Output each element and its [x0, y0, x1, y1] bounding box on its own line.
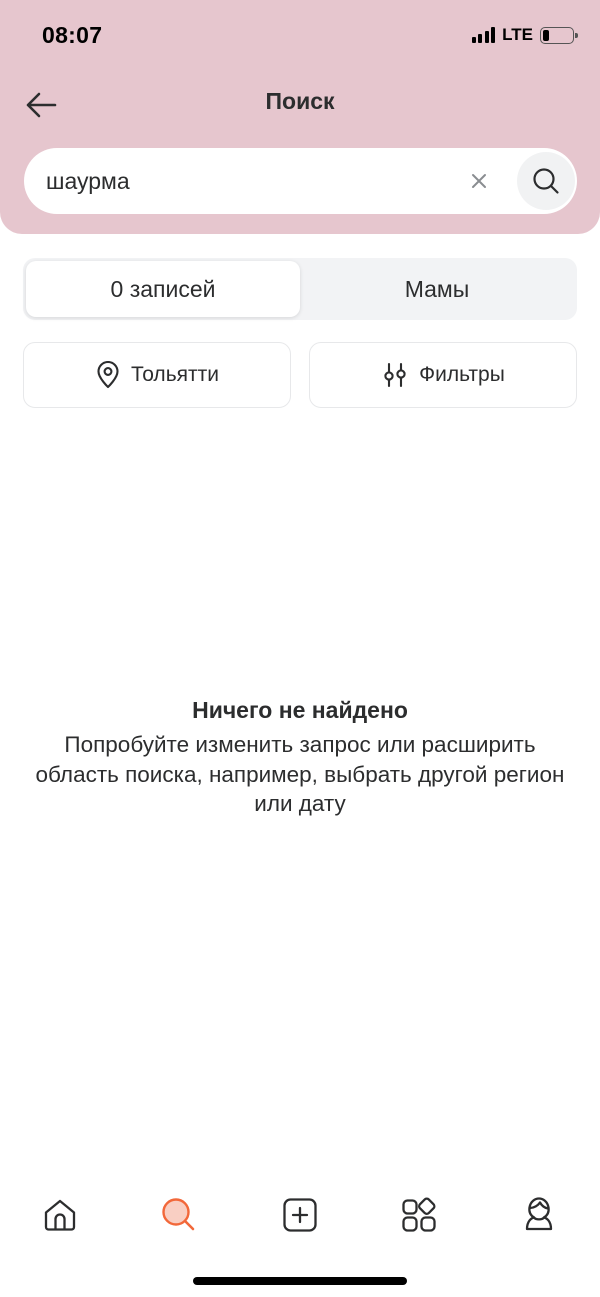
search-header: 08:07 LTE Поиск	[0, 0, 600, 234]
filters-button[interactable]: Фильтры	[309, 342, 577, 408]
search-bar	[24, 148, 577, 214]
tab-home[interactable]	[25, 1180, 95, 1250]
battery-level	[543, 29, 549, 41]
sliders-icon	[384, 362, 406, 388]
page-title: Поиск	[265, 88, 335, 114]
clear-search-button[interactable]	[462, 164, 496, 198]
segment-posts[interactable]: 0 записей	[26, 261, 300, 317]
search-icon	[533, 168, 559, 194]
tab-services[interactable]	[384, 1180, 454, 1250]
search-input[interactable]	[46, 148, 456, 214]
status-time: 08:07	[42, 22, 103, 48]
close-icon	[472, 174, 486, 188]
services-grid-icon	[402, 1197, 436, 1232]
profile-avatar-icon	[525, 1197, 553, 1231]
search-submit-button[interactable]	[517, 152, 575, 210]
bottom-tab-bar	[0, 1180, 600, 1250]
city-filter-label: Тольятти	[131, 363, 219, 386]
nav-bar: Поиск	[0, 76, 600, 132]
tab-create[interactable]	[265, 1180, 335, 1250]
segment-moms[interactable]: Мамы	[300, 261, 574, 317]
status-indicators: LTE	[471, 25, 578, 45]
location-pin-icon	[97, 361, 119, 389]
empty-state: Ничего не найдено Попробуйте изменить за…	[0, 694, 600, 819]
add-post-icon	[283, 1198, 317, 1232]
network-type: LTE	[502, 25, 533, 44]
home-indicator	[193, 1277, 407, 1285]
city-filter-button[interactable]: Тольятти	[23, 342, 291, 408]
status-bar: 08:07 LTE	[0, 0, 600, 72]
results-segmented-control: 0 записей Мамы	[23, 258, 577, 320]
search-icon	[162, 1198, 195, 1231]
empty-state-text: Попробуйте изменить запрос или расширить…	[35, 732, 565, 816]
tab-search[interactable]	[144, 1180, 214, 1250]
battery-icon	[540, 26, 578, 44]
signal-strength-icon	[471, 27, 496, 43]
home-icon	[44, 1199, 76, 1231]
filters-label: Фильтры	[419, 363, 505, 386]
tab-profile[interactable]	[504, 1180, 574, 1250]
empty-state-title: Ничего не найдено	[192, 697, 408, 723]
